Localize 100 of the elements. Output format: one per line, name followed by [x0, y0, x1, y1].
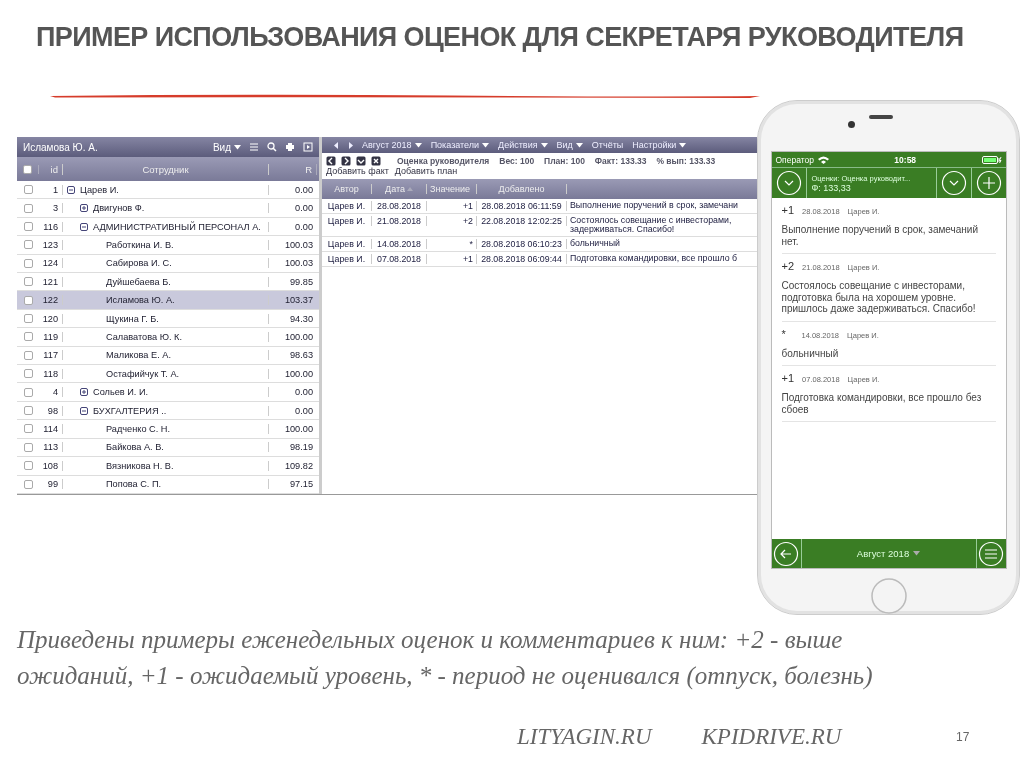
employee-row[interactable]: 99 Попова С. П. 97.15 — [17, 475, 319, 494]
nav-icon[interactable] — [341, 156, 351, 166]
chevron-down-icon[interactable] — [940, 170, 967, 196]
employee-row[interactable]: 3 Двигунов Ф. 0.00 — [17, 199, 319, 218]
employee-row[interactable]: 113 Байкова А. В. 98.19 — [17, 438, 319, 458]
rating-cell-text: 100.00 — [283, 331, 314, 342]
month-picker[interactable]: Август 2018 — [801, 539, 976, 568]
menu-item[interactable]: Показатели — [430, 140, 490, 150]
view-menu[interactable]: Вид — [212, 141, 241, 153]
employee-name: Дуйшебаева Б. — [106, 276, 171, 287]
rating-value: * — [781, 327, 787, 340]
home-button[interactable] — [870, 578, 907, 614]
employee-name: Исламова Ю. А. — [106, 295, 175, 306]
row-checkbox[interactable] — [23, 185, 33, 195]
select-all-checkbox[interactable] — [23, 164, 32, 174]
camera-icon — [848, 121, 855, 128]
employee-row[interactable]: 122 Исламова Ю. А. 103.37 — [17, 291, 319, 310]
id-cell: 123 — [39, 239, 63, 250]
employee-row[interactable]: 116 АДМИНИСТРАТИВНЫЙ ПЕРСОНАЛ А. 0.00 — [17, 217, 319, 237]
row-checkbox[interactable] — [23, 240, 33, 250]
nav-icon[interactable] — [326, 156, 336, 166]
rating-cell-text: 0.00 — [294, 184, 314, 195]
comment-cell-text: Выполнение поручений в срок, замечани — [569, 201, 739, 211]
author-cell: Царев И. — [322, 239, 372, 250]
menu-icon[interactable] — [978, 540, 1004, 567]
id-cell: 4 — [39, 387, 63, 398]
id-cell: 1 — [39, 184, 63, 195]
rating-cell-text: 100.00 — [283, 368, 314, 379]
employee-row[interactable]: 119 Салаватова Ю. К. 100.00 — [17, 328, 319, 347]
collapse-icon[interactable] — [67, 185, 75, 194]
row-checkbox[interactable] — [23, 203, 33, 213]
employee-row[interactable]: 4 Сольев И. И. 0.00 — [17, 383, 319, 402]
row-checkbox[interactable] — [23, 332, 33, 342]
added-cell: 28.08.2018 06:11:59 — [477, 201, 567, 211]
row-checkbox[interactable] — [23, 461, 33, 471]
comment-cell-text: Подготовка командировки, все прошло б — [569, 254, 739, 264]
row-checkbox[interactable] — [23, 314, 33, 324]
nav-icon[interactable] — [371, 156, 381, 166]
nav-icon[interactable] — [356, 156, 366, 166]
id-cell: 117 — [39, 350, 63, 361]
employee-row[interactable]: 124 Сабирова И. С. 100.03 — [17, 254, 319, 274]
prev-icon[interactable] — [334, 141, 339, 149]
row-checkbox[interactable] — [23, 258, 33, 268]
row-checkbox[interactable] — [23, 406, 33, 416]
employee-row[interactable]: 114 Радченко С. Н. 100.00 — [17, 420, 319, 439]
row-checkbox[interactable] — [23, 369, 33, 379]
employee-row[interactable]: 117 Маликова Е. А. 98.63 — [17, 346, 319, 366]
action-link[interactable]: Добавить план — [394, 166, 458, 176]
footer-link[interactable]: LITYAGIN.RU — [517, 724, 652, 750]
rating-cell-text: 97.15 — [289, 479, 314, 490]
employee-name: Царев И. — [80, 184, 119, 195]
slide-caption: Приведены примеры еженедельных оценок и комментариев к ним: +2 - выше ожиданий, +1 - ожидаемый уровень, * - период не оценивался (отпуск, болезнь) — [17, 625, 874, 692]
employee-name: Попова С. П. — [106, 479, 162, 490]
collapse-icon[interactable] — [80, 222, 88, 231]
menu-item[interactable]: Отчёты — [591, 140, 624, 150]
row-checkbox[interactable] — [23, 387, 33, 397]
search-icon[interactable] — [267, 142, 277, 152]
menu-item[interactable]: Настройки — [632, 140, 687, 150]
rating-value: +1 — [781, 372, 795, 384]
id-cell: 124 — [39, 258, 63, 269]
slide-title: ПРИМЕР ИСПОЛЬЗОВАНИЯ ОЦЕНОК ДЛЯ СЕКРЕТАРЯ РУКОВОДИТЕЛЯ — [35, 21, 965, 54]
employee-row[interactable]: 108 Вязникова Н. В. 109.82 — [17, 457, 319, 476]
employee-row[interactable]: 1 Царев И. 0.00 — [17, 181, 319, 200]
employee-row[interactable]: 120 Щукина Г. Б. 94.30 — [17, 309, 319, 329]
carrier-label: Оператор — [775, 154, 814, 165]
next-icon[interactable] — [348, 141, 353, 149]
added-cell: 22.08.2018 12:02:25 — [477, 216, 567, 226]
list-icon[interactable] — [249, 142, 259, 152]
row-checkbox[interactable] — [23, 479, 33, 489]
id-cell: 99 — [39, 479, 63, 490]
rating-cell-text: 98.63 — [289, 350, 314, 361]
employee-row[interactable]: 98 БУХГАЛТЕРИЯ .. 0.00 — [17, 401, 319, 421]
rating-cell-text: 100.03 — [283, 239, 314, 250]
author-cell: Царев И. — [322, 254, 372, 265]
date-cell: 14.08.2018 — [372, 239, 427, 250]
menu-item[interactable]: Вид — [556, 140, 583, 150]
row-checkbox[interactable] — [23, 222, 33, 231]
export-icon[interactable] — [303, 142, 313, 152]
collapse-icon[interactable] — [80, 406, 88, 415]
menu-item[interactable]: Действия — [498, 140, 548, 150]
employee-name: Щукина Г. Б. — [106, 313, 159, 324]
rating-cell-text: 100.00 — [283, 424, 314, 434]
indicator-name: Оценка руководителя — [397, 156, 490, 166]
sort-icon — [406, 186, 413, 192]
row-checkbox[interactable] — [23, 295, 33, 305]
employee-name: Работкина И. В. — [106, 239, 174, 250]
id-cell: 114 — [39, 424, 63, 434]
action-link[interactable]: Добавить факт — [326, 166, 389, 176]
row-checkbox[interactable] — [23, 350, 33, 360]
chevron-down-icon[interactable] — [775, 170, 802, 196]
employee-row[interactable]: 118 Остафийчук Т. А. 100.00 — [17, 365, 319, 384]
rating-value: +2 — [781, 260, 795, 272]
plus-icon[interactable] — [975, 170, 1002, 196]
row-checkbox[interactable] — [23, 277, 33, 287]
footer-link[interactable]: KPIDRIVE.RU — [701, 724, 842, 750]
employee-row[interactable]: 123 Работкина И. В. 100.03 — [17, 236, 319, 255]
menu-item[interactable]: Август 2018 — [362, 140, 422, 150]
row-checkbox[interactable] — [23, 442, 33, 452]
back-icon[interactable] — [773, 540, 799, 567]
row-checkbox[interactable] — [23, 424, 33, 434]
